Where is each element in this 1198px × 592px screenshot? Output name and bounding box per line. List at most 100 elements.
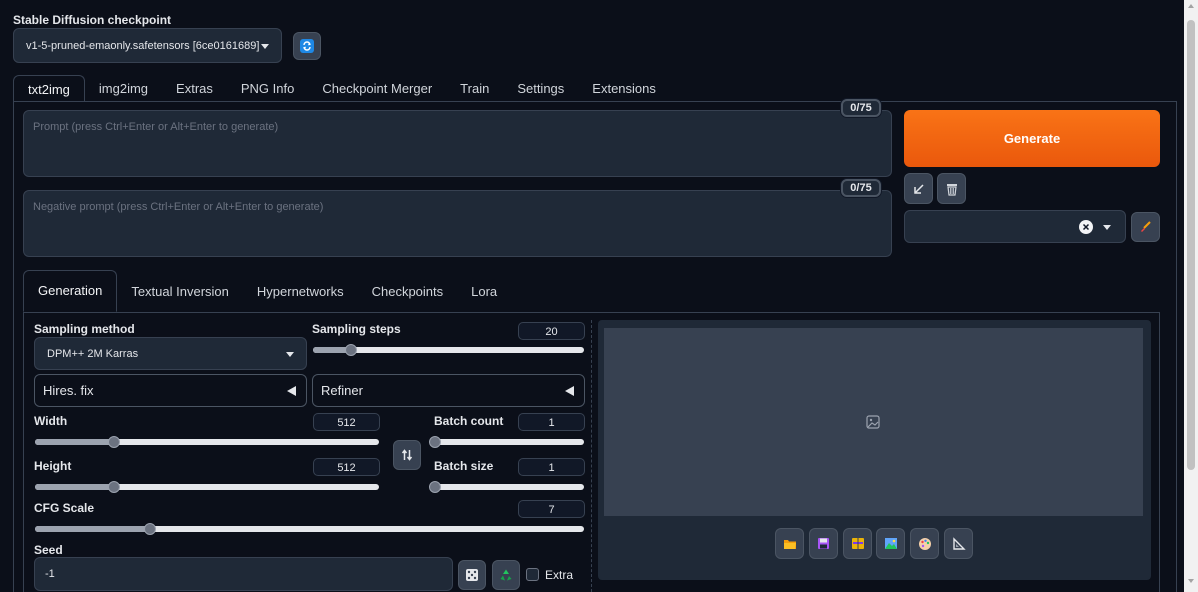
send-to-inpaint-button[interactable] xyxy=(910,528,939,559)
tab-img2img[interactable]: img2img xyxy=(85,75,162,102)
paste-prompt-button[interactable] xyxy=(904,173,933,204)
slider-thumb[interactable] xyxy=(429,481,441,493)
arrow-down-left-icon xyxy=(913,183,924,194)
send-to-extras-button[interactable] xyxy=(944,528,973,559)
tab-hypernetworks[interactable]: Hypernetworks xyxy=(243,271,358,312)
slider-thumb[interactable] xyxy=(108,436,121,448)
extra-label: Extra xyxy=(545,568,574,582)
scroll-down-icon[interactable] xyxy=(1188,579,1194,583)
batch-count-label: Batch count xyxy=(434,414,504,428)
save-icon xyxy=(818,538,829,549)
width-input[interactable]: 512 xyxy=(313,413,380,431)
styles-dropdown[interactable] xyxy=(904,210,1126,243)
tab-txt2img[interactable]: txt2img xyxy=(13,75,85,102)
batch-count-slider[interactable] xyxy=(429,436,584,448)
refiner-label: Refiner xyxy=(321,383,363,398)
batch-count-input[interactable]: 1 xyxy=(518,413,585,431)
scrollbar[interactable] xyxy=(1184,0,1198,592)
brush-icon xyxy=(1141,220,1151,232)
cfg-scale-label: CFG Scale xyxy=(34,501,95,515)
chevron-down-icon xyxy=(1103,224,1111,230)
tab-lora[interactable]: Lora xyxy=(457,271,511,312)
batch-size-input[interactable]: 1 xyxy=(518,458,585,476)
send-to-img2img-button[interactable] xyxy=(876,528,905,559)
prompt-input[interactable]: Prompt (press Ctrl+Enter or Alt+Enter to… xyxy=(23,110,892,177)
tab-checkpoint-merger[interactable]: Checkpoint Merger xyxy=(308,75,446,102)
batch-size-label: Batch size xyxy=(434,459,494,473)
tab-png-info[interactable]: PNG Info xyxy=(227,75,308,102)
edit-styles-button[interactable] xyxy=(1131,212,1160,242)
tab-panel-border-right xyxy=(1176,101,1177,592)
tabs-divider xyxy=(13,101,1177,102)
random-seed-button[interactable] xyxy=(458,560,486,590)
swap-icon xyxy=(401,449,413,461)
tab-extras[interactable]: Extras xyxy=(162,75,227,102)
seed-value: -1 xyxy=(45,568,55,580)
send-to-img2img-icon xyxy=(884,538,897,549)
tab-checkpoints[interactable]: Checkpoints xyxy=(358,271,458,312)
batch-size-slider[interactable] xyxy=(429,481,584,493)
tab-extensions[interactable]: Extensions xyxy=(578,75,670,102)
main-tabs: txt2img img2img Extras PNG Info Checkpoi… xyxy=(13,75,670,102)
slider-thumb[interactable] xyxy=(429,436,441,448)
swap-dimensions-button[interactable] xyxy=(393,440,421,470)
tab-train[interactable]: Train xyxy=(446,75,503,102)
clear-prompt-button[interactable] xyxy=(937,173,966,204)
app-root: Stable Diffusion checkpoint v1-5-pruned-… xyxy=(0,0,1198,592)
tab-settings[interactable]: Settings xyxy=(503,75,578,102)
prompt-token-counter: 0/75 xyxy=(841,99,881,117)
dice-icon xyxy=(466,569,478,581)
extra-checkbox[interactable] xyxy=(526,568,539,581)
send-to-inpaint-icon xyxy=(918,537,931,550)
zip-button[interactable] xyxy=(843,528,872,559)
slider-thumb[interactable] xyxy=(344,344,357,356)
prompt-placeholder: Prompt (press Ctrl+Enter or Alt+Enter to… xyxy=(33,121,279,133)
sampling-method-dropdown[interactable]: DPM++ 2M Karras xyxy=(34,337,307,370)
trash-icon xyxy=(946,183,957,196)
cfg-scale-slider[interactable] xyxy=(35,523,584,535)
zip-icon xyxy=(851,538,864,549)
sampling-steps-slider[interactable] xyxy=(313,344,584,356)
seed-label: Seed xyxy=(34,543,63,557)
close-circle-icon[interactable] xyxy=(1079,220,1093,234)
image-icon xyxy=(866,415,880,429)
checkpoint-label: Stable Diffusion checkpoint xyxy=(13,13,172,27)
scrollbar-thumb[interactable] xyxy=(1187,20,1195,470)
image-preview[interactable] xyxy=(604,328,1143,516)
sampling-steps-label: Sampling steps xyxy=(312,322,401,336)
chevron-down-icon xyxy=(286,351,294,357)
cfg-scale-input[interactable]: 7 xyxy=(518,500,585,518)
generate-button[interactable]: Generate xyxy=(904,110,1160,167)
subpanel-border-left xyxy=(23,312,24,592)
tab-panel-border-left xyxy=(13,101,14,592)
reuse-seed-button[interactable] xyxy=(492,560,520,590)
refresh-icon xyxy=(300,39,314,53)
width-slider[interactable] xyxy=(35,436,379,448)
open-folder-button[interactable] xyxy=(775,528,804,559)
settings-tabs: Generation Textual Inversion Hypernetwor… xyxy=(23,270,511,312)
sampling-steps-input[interactable]: 20 xyxy=(518,322,585,340)
seed-input[interactable]: -1 xyxy=(34,557,453,591)
collapse-arrow-icon xyxy=(287,385,296,396)
height-slider[interactable] xyxy=(35,481,379,493)
slider-thumb[interactable] xyxy=(144,523,157,535)
save-button[interactable] xyxy=(809,528,838,559)
width-label: Width xyxy=(34,414,68,428)
subpanel-border-right xyxy=(1159,312,1160,592)
checkpoint-dropdown[interactable]: v1-5-pruned-emaonly.safetensors [6ce0161… xyxy=(13,28,282,63)
tab-generation[interactable]: Generation xyxy=(23,270,118,312)
checkpoint-value: v1-5-pruned-emaonly.safetensors [6ce0161… xyxy=(26,39,260,52)
chevron-down-icon xyxy=(261,43,269,49)
column-divider xyxy=(591,320,592,592)
tab-textual-inversion[interactable]: Textual Inversion xyxy=(117,271,243,312)
height-input[interactable]: 512 xyxy=(313,458,380,476)
subtabs-divider xyxy=(23,312,1160,313)
send-to-extras-icon xyxy=(952,536,966,550)
scroll-up-icon[interactable] xyxy=(1188,4,1194,8)
refiner-accordion[interactable]: Refiner xyxy=(312,374,585,407)
hires-fix-accordion[interactable]: Hires. fix xyxy=(34,374,307,407)
sampling-method-label: Sampling method xyxy=(34,322,135,336)
negative-prompt-input[interactable]: Negative prompt (press Ctrl+Enter or Alt… xyxy=(23,190,892,257)
slider-thumb[interactable] xyxy=(108,481,121,493)
refresh-checkpoint-button[interactable] xyxy=(293,32,321,60)
